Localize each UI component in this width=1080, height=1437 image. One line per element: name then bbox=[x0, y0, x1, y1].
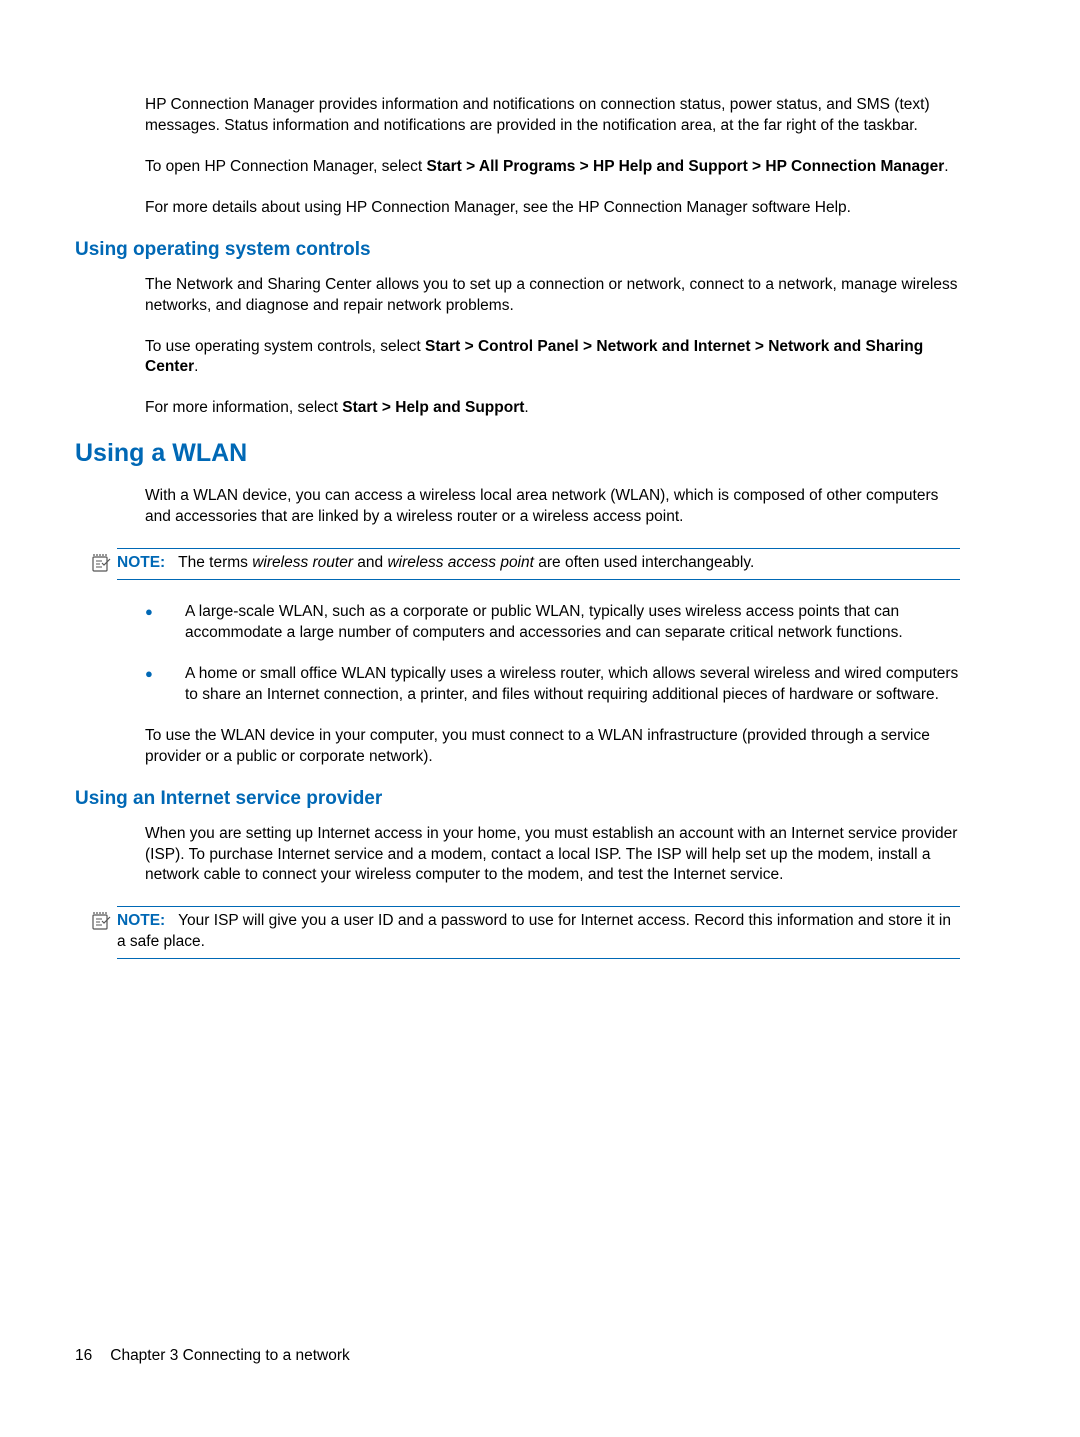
note-label: NOTE: bbox=[117, 554, 165, 571]
intro-p1: HP Connection Manager provides informati… bbox=[145, 95, 960, 137]
wlan-outro: To use the WLAN device in your computer,… bbox=[145, 726, 960, 768]
wlan-p1: With a WLAN device, you can access a wir… bbox=[145, 486, 960, 528]
isp-section: When you are setting up Internet access … bbox=[145, 824, 960, 887]
page-number: 16 bbox=[75, 1347, 92, 1365]
note-label: NOTE: bbox=[117, 912, 165, 929]
wlan-p2: To use the WLAN device in your computer,… bbox=[145, 726, 960, 768]
intro-p2: To open HP Connection Manager, select St… bbox=[145, 157, 960, 178]
note-icon bbox=[91, 553, 113, 578]
isp-heading: Using an Internet service provider bbox=[75, 788, 960, 810]
os-p3: For more information, select Start > Hel… bbox=[145, 398, 960, 419]
document-page: HP Connection Manager provides informati… bbox=[0, 0, 1080, 959]
isp-p1: When you are setting up Internet access … bbox=[145, 824, 960, 887]
intro-section: HP Connection Manager provides informati… bbox=[145, 95, 960, 219]
os-controls-section: The Network and Sharing Center allows yo… bbox=[145, 275, 960, 420]
os-p1: The Network and Sharing Center allows yo… bbox=[145, 275, 960, 317]
list-item: A large-scale WLAN, such as a corporate … bbox=[145, 602, 960, 644]
wlan-bullets: A large-scale WLAN, such as a corporate … bbox=[145, 602, 960, 706]
wlan-note: NOTE: The terms wireless router and wire… bbox=[117, 548, 960, 580]
chapter-label: Chapter 3 Connecting to a network bbox=[110, 1347, 350, 1364]
wlan-heading: Using a WLAN bbox=[75, 439, 960, 468]
os-p2: To use operating system controls, select… bbox=[145, 337, 960, 379]
os-controls-heading: Using operating system controls bbox=[75, 239, 960, 261]
wlan-intro: With a WLAN device, you can access a wir… bbox=[145, 486, 960, 528]
isp-note: NOTE: Your ISP will give you a user ID a… bbox=[117, 906, 960, 959]
intro-p3: For more details about using HP Connecti… bbox=[145, 198, 960, 219]
note-icon bbox=[91, 911, 113, 936]
list-item: A home or small office WLAN typically us… bbox=[145, 664, 960, 706]
page-footer: 16 Chapter 3 Connecting to a network bbox=[75, 1347, 350, 1365]
